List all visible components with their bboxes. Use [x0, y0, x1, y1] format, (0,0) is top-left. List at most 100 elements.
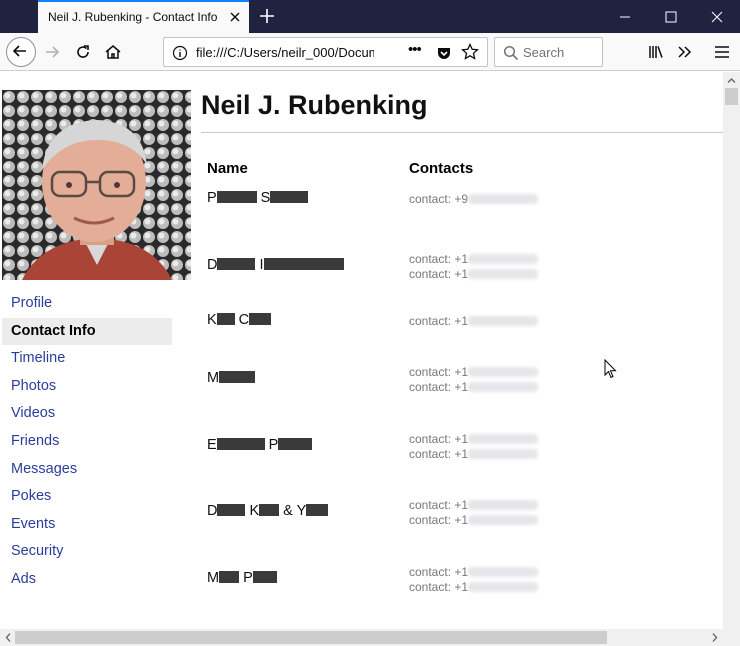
horizontal-scrollbar[interactable] [0, 629, 723, 646]
back-arrow-icon [12, 45, 26, 57]
redaction-bar [306, 504, 329, 516]
sidebar-item-photos[interactable]: Photos [2, 373, 172, 401]
bookmark-star-icon[interactable] [461, 42, 479, 66]
redaction-bar [278, 438, 313, 450]
contact-list: contact: +1 contact: +1 [409, 432, 539, 462]
window-close-icon [711, 11, 723, 23]
contact-list: contact: +1 contact: +1 [409, 252, 539, 282]
redaction-bar [216, 191, 257, 203]
contact-number: contact: +1 [409, 513, 469, 527]
sidebar-item-timeline[interactable]: Timeline [2, 345, 172, 373]
contact-number: contact: +1 [409, 365, 469, 379]
search-icon [503, 45, 519, 61]
title-bar: Neil J. Rubenking - Contact Info [0, 0, 740, 33]
chevron-double-right-icon [678, 46, 692, 58]
search-bar[interactable] [494, 37, 603, 67]
contact-name: M [207, 370, 256, 386]
sidebar-item-pokes[interactable]: Pokes [2, 483, 172, 511]
url-text[interactable]: file:///C:/Users/neilr_000/Documents/fac… [196, 45, 374, 60]
sidebar-item-videos[interactable]: Videos [2, 400, 172, 428]
forward-button[interactable] [39, 39, 65, 65]
vertical-scrollbar[interactable] [723, 72, 740, 629]
contact-name-initial: D [207, 503, 218, 519]
browser-tab[interactable]: Neil J. Rubenking - Contact Info [38, 0, 249, 33]
redaction-bar [263, 258, 344, 270]
sidebar-item-contact-info[interactable]: Contact Info [2, 317, 172, 346]
sidebar-item-events[interactable]: Events [2, 511, 172, 539]
redaction-bar [219, 571, 240, 583]
profile-photo [2, 90, 191, 280]
contact-name-initial: K [207, 312, 217, 328]
window-close-button[interactable] [694, 0, 740, 33]
contact-name-initial: P [243, 570, 253, 586]
blurred-number [468, 449, 539, 459]
contact-line: contact: +1 [409, 380, 539, 395]
redaction-bar [249, 313, 272, 325]
sidebar-item-ads[interactable]: Ads [2, 566, 172, 594]
contact-number: contact: +1 [409, 432, 469, 446]
back-button[interactable] [6, 37, 36, 67]
contact-list: contact: +1 [409, 314, 539, 329]
reload-button[interactable] [70, 39, 96, 65]
contact-name-initial: D [207, 257, 218, 273]
contact-name-initial: P [207, 190, 217, 206]
sidebar-item-profile[interactable]: Profile [2, 290, 172, 318]
overflow-menu-button[interactable] [672, 39, 698, 65]
contact-name-initial: M [207, 570, 220, 586]
scroll-up-icon[interactable] [727, 76, 736, 85]
blurred-number [468, 567, 539, 577]
blurred-number [468, 194, 539, 204]
search-input[interactable] [523, 43, 599, 61]
sidebar-item-security[interactable]: Security [2, 538, 172, 566]
minimize-icon [620, 16, 630, 18]
home-icon [105, 45, 121, 59]
info-icon[interactable] [172, 45, 188, 66]
redaction-bar [270, 191, 309, 203]
home-button[interactable] [100, 39, 126, 65]
contact-line: contact: +1 [409, 513, 539, 528]
minimize-button[interactable] [602, 0, 648, 33]
blurred-number [468, 367, 539, 377]
contact-name-initial: E [207, 437, 217, 453]
contact-name: D K & Y [207, 503, 329, 519]
maximize-button[interactable] [648, 0, 694, 33]
contact-name: MP [207, 570, 277, 586]
scroll-right-icon[interactable] [710, 632, 719, 643]
library-button[interactable] [643, 39, 669, 65]
page-actions-icon[interactable]: ••• [408, 41, 422, 58]
contact-number: contact: +9 [409, 192, 469, 206]
redaction-bar [217, 504, 246, 516]
contact-line: contact: +1 [409, 565, 539, 580]
close-tab-icon[interactable] [227, 9, 243, 25]
vertical-scroll-thumb[interactable] [725, 88, 738, 105]
contact-number: contact: +1 [409, 252, 469, 266]
blurred-number [468, 434, 539, 444]
contact-line: contact: +9 [409, 192, 539, 207]
contact-name: EP [207, 437, 313, 453]
contact-number: contact: +1 [409, 380, 469, 394]
nav-bar: file:///C:/Users/neilr_000/Documents/fac… [0, 33, 740, 71]
scroll-left-icon[interactable] [4, 632, 13, 643]
contact-number: contact: +1 [409, 498, 469, 512]
redaction-bar [216, 438, 265, 450]
blurred-number [468, 500, 539, 510]
address-bar[interactable]: file:///C:/Users/neilr_000/Documents/fac… [163, 37, 488, 67]
contact-line: contact: +1 [409, 498, 539, 513]
sidebar-item-friends[interactable]: Friends [2, 428, 172, 456]
horizontal-scroll-thumb[interactable] [15, 631, 607, 644]
contact-line: contact: +1 [409, 252, 539, 267]
contact-list: contact: +9 [409, 192, 539, 207]
blurred-number [468, 382, 539, 392]
column-header-name: Name [207, 160, 248, 177]
library-icon [649, 46, 663, 58]
redaction-bar [219, 371, 256, 383]
blurred-number [468, 316, 539, 326]
new-tab-icon[interactable] [258, 7, 276, 25]
sidebar-item-messages[interactable]: Messages [2, 456, 172, 484]
title-divider [201, 132, 723, 133]
pocket-icon[interactable] [436, 45, 452, 66]
hamburger-menu-button[interactable] [709, 39, 735, 65]
column-header-contacts: Contacts [409, 160, 474, 177]
contact-number: contact: +1 [409, 447, 469, 461]
contact-name-initial: P [268, 437, 279, 453]
